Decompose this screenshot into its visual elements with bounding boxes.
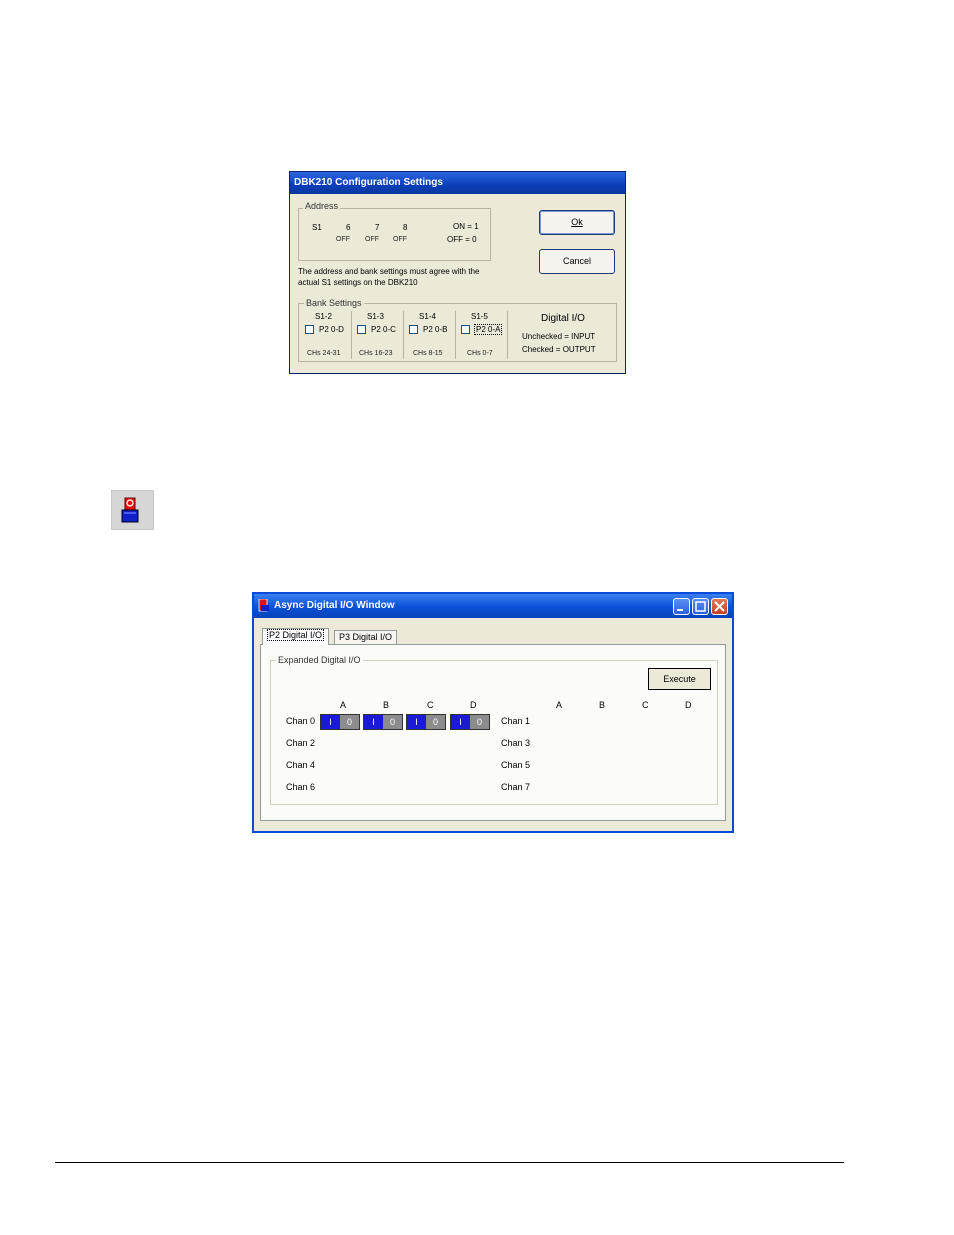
footer-rule (55, 1162, 844, 1163)
bank-switch-s1-3: S1-3 (367, 312, 384, 321)
minimize-button[interactable] (673, 598, 690, 615)
col-d-right: D (685, 700, 692, 710)
maximize-button[interactable] (692, 598, 709, 615)
cancel-button-label: Cancel (562, 256, 591, 266)
expanded-digital-io-label: Expanded Digital I/O (276, 655, 363, 665)
col-b-left: B (383, 700, 390, 710)
bank-checkbox-p2-0a[interactable] (461, 325, 470, 334)
address-state-6: OFF (336, 236, 350, 243)
config-dialog-title: DBK210 Configuration Settings (290, 172, 625, 194)
ok-button-label: Ok (571, 217, 583, 227)
address-note: The address and bank settings must agree… (298, 267, 480, 287)
address-bit-6: 6 (346, 223, 351, 232)
toggle-on: I (407, 715, 426, 729)
toggle-on: I (321, 715, 340, 729)
toggle-off: 0 (426, 715, 445, 729)
bank-channels-0-7: CHs 0-7 (467, 350, 493, 357)
window-app-icon (258, 599, 269, 612)
bank-channels-16-23: CHs 16-23 (359, 350, 393, 357)
async-window: Async Digital I/O Window P2 Digital I/O … (252, 592, 734, 833)
col-b-right: B (599, 700, 606, 710)
async-window-title: Async Digital I/O Window (254, 594, 732, 618)
bank-port-p2-0c: P2 0-C (371, 325, 396, 334)
chan-0-label: Chan 0 (286, 716, 316, 726)
tab-p2-label: P2 Digital I/O (267, 629, 325, 641)
toggle-off: 0 (383, 715, 402, 729)
chan-3-label: Chan 3 (501, 738, 531, 748)
maximize-icon (695, 601, 706, 612)
bank-channels-8-15: CHs 8-15 (413, 350, 443, 357)
cancel-button[interactable]: Cancel (539, 249, 615, 274)
toggle-off: 0 (340, 715, 359, 729)
async-digital-io-toolbar-button[interactable] (111, 490, 154, 530)
toggle-off: 0 (470, 715, 489, 729)
chan-2-label: Chan 2 (286, 738, 316, 748)
digital-io-unchecked: Unchecked = INPUT (522, 332, 596, 341)
address-state-7: OFF (365, 236, 379, 243)
bank-checkbox-p2-0c[interactable] (357, 325, 366, 334)
address-legend-off: OFF = 0 (447, 235, 477, 244)
bank-divider (507, 311, 508, 359)
toggle-on: I (451, 715, 470, 729)
address-group-label: Address (303, 201, 341, 211)
config-dialog: DBK210 Configuration Settings Address S1… (289, 171, 626, 374)
col-a-right: A (556, 700, 563, 710)
bank-port-p2-0d: P2 0-D (319, 325, 344, 334)
col-c-left: C (427, 700, 434, 710)
tab-p2-digital-io[interactable]: P2 Digital I/O (262, 628, 330, 645)
chan-1-label: Chan 1 (501, 716, 531, 726)
chan-0-toggle-b[interactable]: I 0 (363, 714, 403, 730)
close-button[interactable] (711, 598, 728, 615)
bank-divider (403, 311, 404, 359)
bank-port-p2-0b: P2 0-B (423, 325, 448, 334)
async-digital-io-icon (121, 497, 139, 523)
col-c-right: C (642, 700, 649, 710)
bank-switch-s1-5: S1-5 (471, 312, 488, 321)
bank-port-p2-0a: P2 0-A (474, 324, 503, 335)
ok-button[interactable]: Ok (539, 210, 615, 235)
execute-button[interactable]: Execute (648, 668, 711, 690)
bank-divider (455, 311, 456, 359)
col-d-left: D (470, 700, 477, 710)
execute-button-label: Execute (663, 674, 696, 684)
chan-0-toggle-a[interactable]: I 0 (320, 714, 360, 730)
bank-checkbox-p2-0d[interactable] (305, 325, 314, 334)
bank-divider (351, 311, 352, 359)
chan-7-label: Chan 7 (501, 782, 531, 792)
bank-checkbox-p2-0b[interactable] (409, 325, 418, 334)
chan-5-label: Chan 5 (501, 760, 531, 770)
digital-io-checked: Checked = OUTPUT (522, 345, 596, 354)
address-switch-label: S1 (312, 223, 322, 232)
chan-6-label: Chan 6 (286, 782, 316, 792)
bank-channels-24-31: CHs 24-31 (307, 350, 341, 357)
toggle-on: I (364, 715, 383, 729)
address-bit-8: 8 (403, 223, 408, 232)
bank-settings-label: Bank Settings (304, 298, 364, 308)
close-icon (714, 601, 725, 612)
address-legend-on: ON = 1 (453, 222, 479, 231)
address-bit-7: 7 (375, 223, 380, 232)
chan-0-toggle-c[interactable]: I 0 (406, 714, 446, 730)
minimize-icon (677, 609, 683, 611)
chan-4-label: Chan 4 (286, 760, 316, 770)
col-a-left: A (340, 700, 347, 710)
tab-p3-label: P3 Digital I/O (339, 632, 393, 642)
bank-switch-s1-4: S1-4 (419, 312, 436, 321)
chan-0-toggle-d[interactable]: I 0 (450, 714, 490, 730)
bank-switch-s1-2: S1-2 (315, 312, 332, 321)
tab-p3-digital-io[interactable]: P3 Digital I/O (334, 630, 398, 645)
address-state-8: OFF (393, 236, 407, 243)
digital-io-title: Digital I/O (541, 313, 585, 324)
